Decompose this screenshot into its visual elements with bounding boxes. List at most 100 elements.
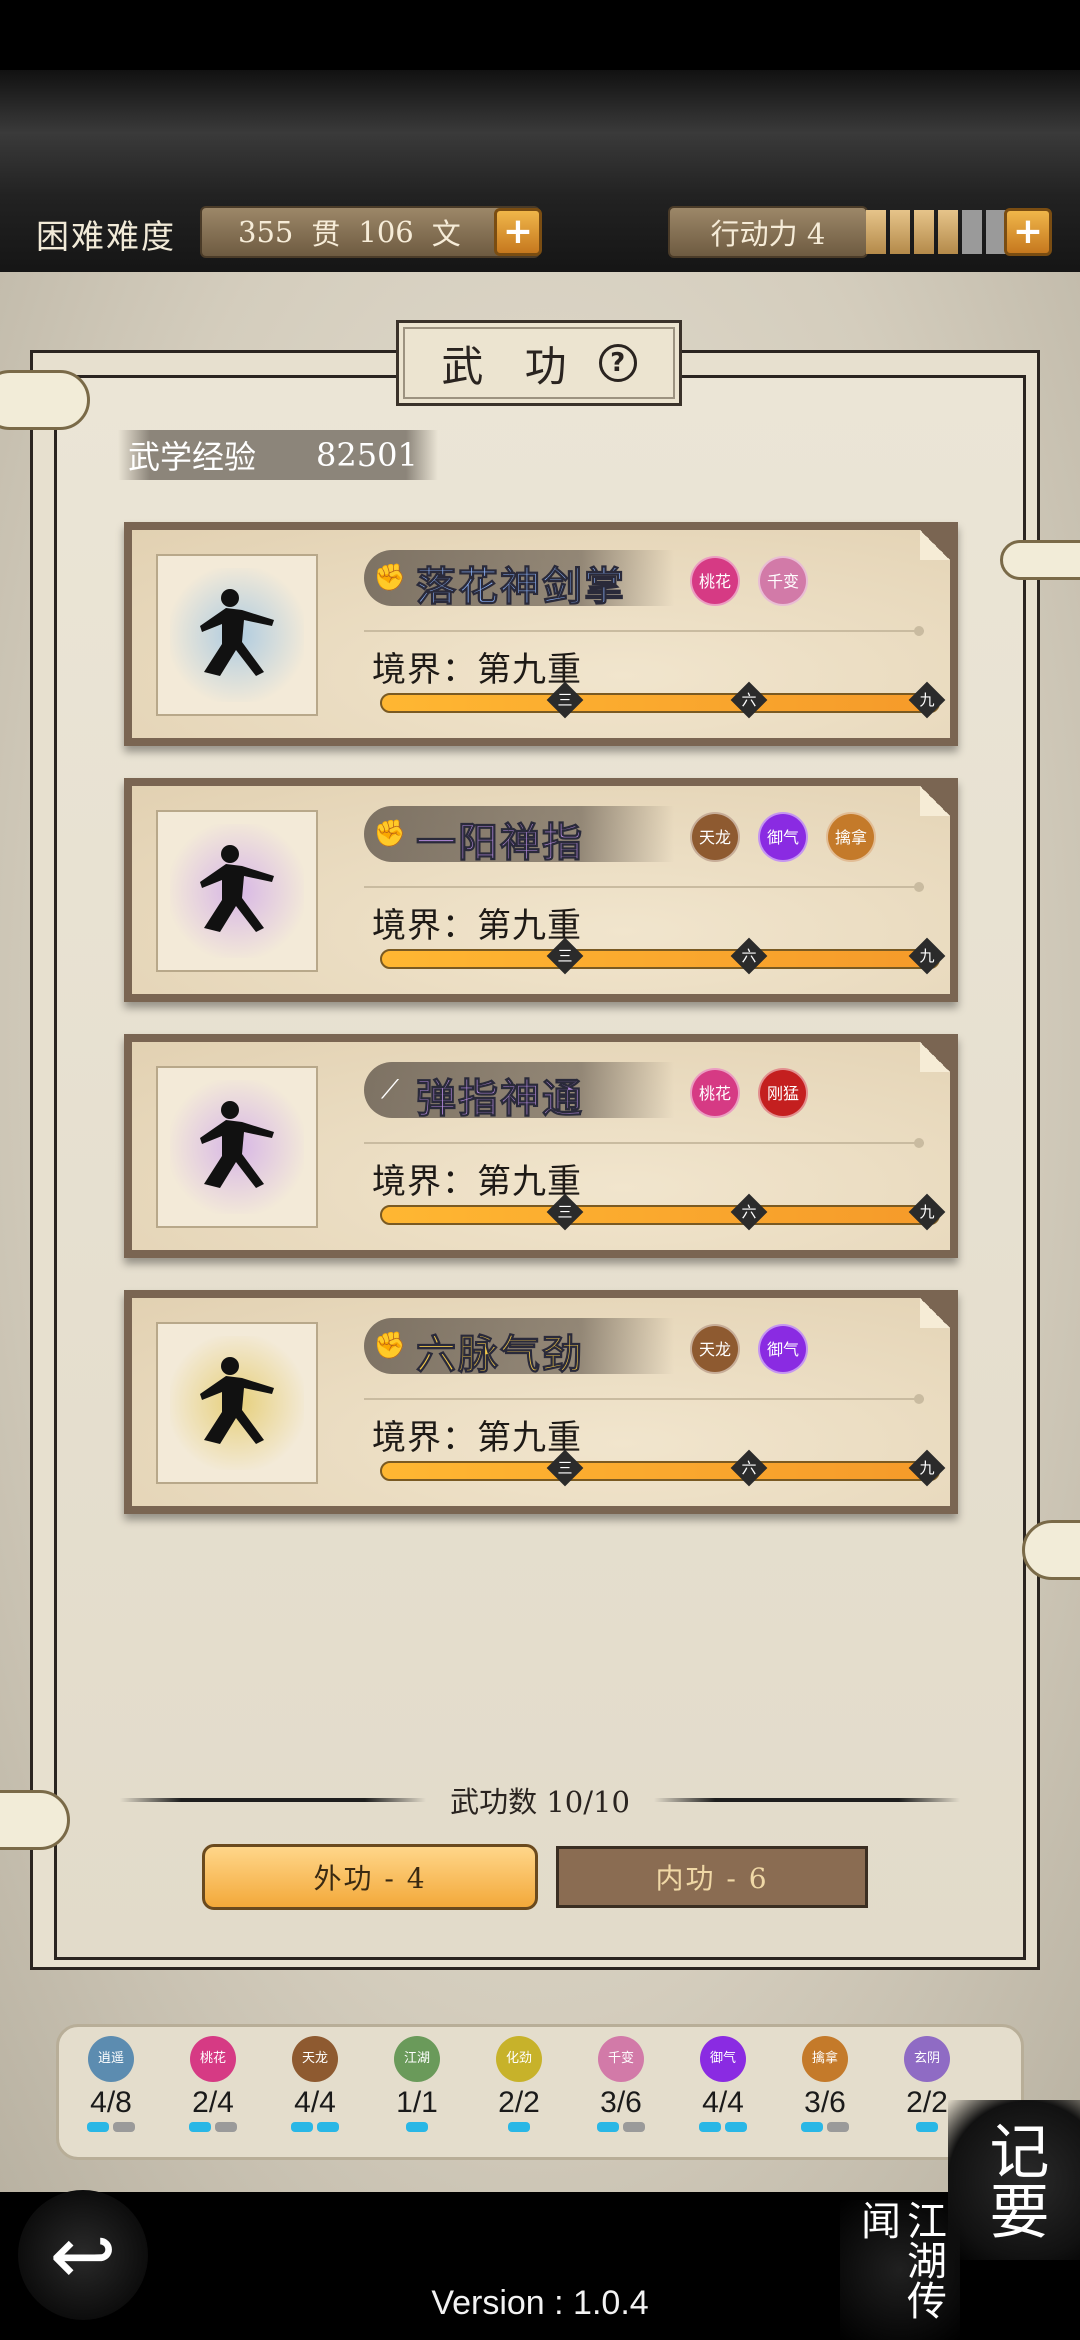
skill-tags: 天龙 御气	[690, 1324, 808, 1374]
attribute-counter[interactable]: 擒拿 3/6	[774, 2036, 876, 2132]
skill-tag-badge: 御气	[758, 812, 808, 862]
realm-bar-mark: 六	[730, 681, 768, 719]
money-display: 355 贯 106 文	[200, 206, 540, 258]
attribute-badge: 千变	[598, 2036, 644, 2082]
attribute-pip	[699, 2122, 721, 2132]
skill-portrait	[156, 1322, 318, 1484]
money-guan-value: 355	[238, 215, 294, 249]
skill-tags: 桃花 千变	[690, 556, 808, 606]
divider	[364, 1138, 924, 1148]
attribute-pips	[801, 2122, 849, 2132]
energy-segment	[890, 210, 910, 254]
skill-tag-badge: 天龙	[690, 1324, 740, 1374]
attribute-counter[interactable]: 江湖 1/1	[366, 2036, 468, 2132]
money-guan-unit: 贯	[311, 217, 341, 251]
fist-icon: ✊	[373, 1331, 407, 1361]
attribute-counter[interactable]: 逍遥 4/8	[60, 2036, 162, 2132]
divider	[364, 1394, 924, 1404]
skill-tags: 天龙 御气 擒拿	[690, 812, 876, 862]
attribute-pip	[189, 2122, 211, 2132]
skill-portrait	[156, 554, 318, 716]
energy-segment	[962, 210, 982, 254]
memo-button[interactable]: 记要	[948, 2100, 1080, 2260]
skill-card[interactable]: ✊ 六脉气劲 天龙 御气 境界：第九重 三六九	[124, 1290, 958, 1514]
attribute-counter[interactable]: 化劲 2/2	[468, 2036, 570, 2132]
attribute-pips	[189, 2122, 237, 2132]
internal-skills-tab[interactable]: 内功 - 6	[556, 1846, 868, 1908]
attribute-count: 4/4	[702, 2086, 744, 2119]
external-skills-tab[interactable]: 外功 - 4	[202, 1844, 538, 1910]
attribute-pips	[87, 2122, 135, 2132]
attribute-pips	[406, 2122, 428, 2132]
skill-tag-badge: 天龙	[690, 812, 740, 862]
skill-realm: 境界：第九重	[372, 1418, 582, 1458]
attribute-badge: 化劲	[496, 2036, 542, 2082]
attribute-pip	[916, 2122, 938, 2132]
attribute-badge: 桃花	[190, 2036, 236, 2082]
page-fold	[920, 1042, 950, 1072]
attribute-badge: 玄阴	[904, 2036, 950, 2082]
skill-tag-badge: 千变	[758, 556, 808, 606]
help-icon[interactable]: ?	[598, 344, 637, 382]
attribute-badge: 逍遥	[88, 2036, 134, 2082]
version-label: Version : 1.0.4	[431, 2284, 649, 2322]
page-fold	[920, 530, 950, 560]
attribute-counter[interactable]: 千变 3/6	[570, 2036, 672, 2132]
realm-bar-mark: 六	[730, 937, 768, 975]
panel-title: 武 功 ?	[396, 320, 682, 406]
attribute-count: 2/2	[906, 2086, 948, 2119]
realm-bar-mark: 六	[730, 1449, 768, 1487]
skill-tag-badge: 桃花	[690, 556, 740, 606]
attribute-count: 1/1	[396, 2086, 438, 2119]
attribute-pip	[623, 2122, 645, 2132]
skill-tag-badge: 擒拿	[826, 812, 876, 862]
attribute-counter[interactable]: 天龙 4/4	[264, 2036, 366, 2132]
action-points-label: 行动力 4	[668, 206, 868, 258]
attribute-count: 4/4	[294, 2086, 336, 2119]
skill-card[interactable]: ⟋ 弹指神通 桃花 刚猛 境界：第九重 三六九	[124, 1034, 958, 1258]
fist-icon: ✊	[373, 563, 407, 593]
attribute-counter[interactable]: 御气 4/4	[672, 2036, 774, 2132]
divider	[364, 626, 924, 636]
skill-card[interactable]: ✊ 落花神剑掌 桃花 千变 境界：第九重 三六九	[124, 522, 958, 746]
cloud-ornament-icon	[0, 1790, 70, 1850]
attribute-pip	[113, 2122, 135, 2132]
attribute-badge: 天龙	[292, 2036, 338, 2082]
attribute-badge: 擒拿	[802, 2036, 848, 2082]
energy-segment	[914, 210, 934, 254]
martial-exp-row: 武学经验 82501	[118, 430, 438, 480]
realm-progress-bar: 三六九	[380, 1449, 946, 1487]
money-wen-unit: 文	[431, 217, 461, 251]
realm-bar-mark: 九	[908, 937, 946, 975]
realm-progress-bar: 三六九	[380, 937, 946, 975]
martial-artist-silhouette-icon	[200, 1101, 274, 1188]
realm-bar-mark: 六	[730, 1193, 768, 1231]
skill-tag-badge: 刚猛	[758, 1068, 808, 1118]
realm-progress-bar: 三六九	[380, 1193, 946, 1231]
skill-count: 武功数 10/10	[120, 1780, 961, 1820]
skill-name-banner: ✊ 一阳禅指	[364, 806, 674, 867]
skill-tag-badge: 御气	[758, 1324, 808, 1374]
attribute-pip	[291, 2122, 313, 2132]
page-fold	[920, 1298, 950, 1328]
panel-title-text: 武 功	[441, 341, 581, 391]
skill-name: 弹指神通	[416, 1075, 584, 1123]
skill-tags: 桃花 刚猛	[690, 1068, 808, 1118]
attribute-pip	[317, 2122, 339, 2132]
action-energy-bar	[866, 210, 1006, 254]
add-action-button[interactable]: +	[1004, 208, 1052, 256]
money-wen-value: 106	[358, 215, 414, 249]
skill-name: 六脉气劲	[416, 1331, 584, 1379]
skill-card-body: ✊ 六脉气劲 天龙 御气 境界：第九重 三六九	[132, 1298, 950, 1506]
exp-value: 82501	[316, 436, 418, 474]
skill-card-body: ⟋ 弹指神通 桃花 刚猛 境界：第九重 三六九	[132, 1042, 950, 1250]
add-money-button[interactable]: +	[494, 208, 542, 256]
attribute-pip	[827, 2122, 849, 2132]
skill-name: 一阳禅指	[416, 819, 584, 867]
skill-name-banner: ✊ 落花神剑掌	[364, 550, 674, 611]
attribute-pips	[597, 2122, 645, 2132]
skill-card[interactable]: ✊ 一阳禅指 天龙 御气 擒拿 境界：第九重 三六九	[124, 778, 958, 1002]
energy-segment	[866, 210, 886, 254]
exp-label: 武学经验	[128, 438, 257, 476]
attribute-counter[interactable]: 桃花 2/4	[162, 2036, 264, 2132]
